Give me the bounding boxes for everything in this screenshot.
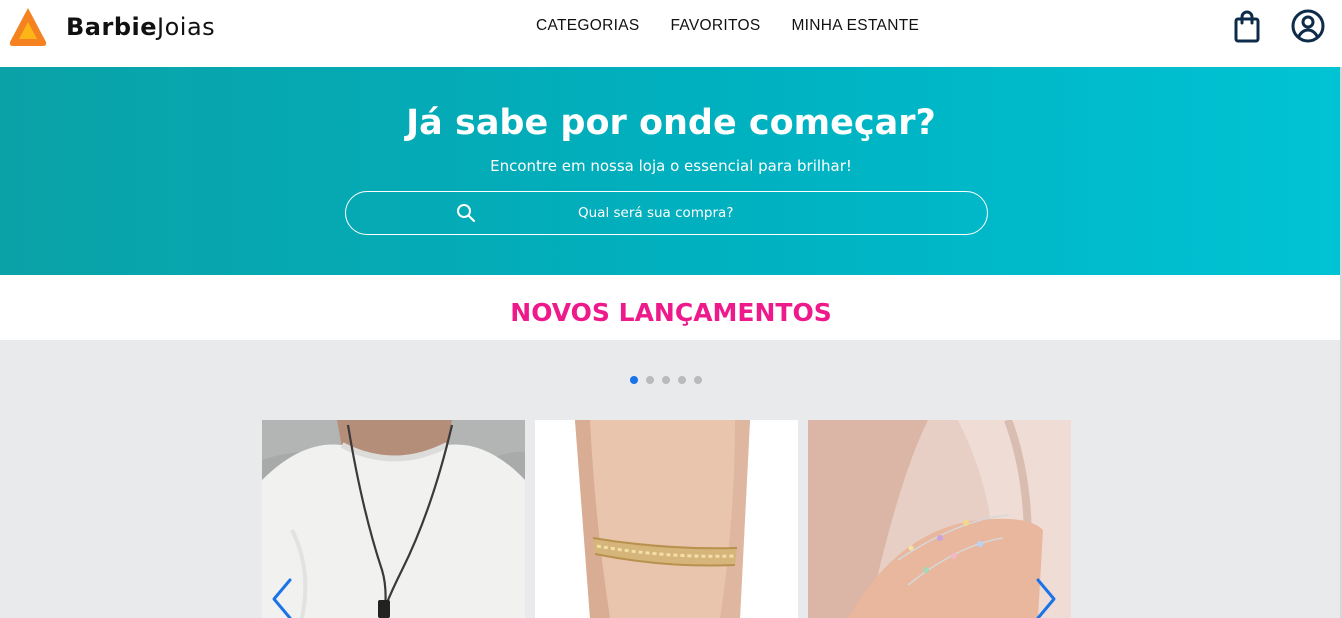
carousel-dot-1[interactable] (630, 376, 638, 384)
product-card-necklace[interactable] (262, 420, 525, 618)
brand-name-bold: Barbie (66, 13, 158, 41)
carousel-prev-button[interactable] (268, 576, 296, 618)
site-header: BarbieJoias CATEGORIAS FAVORITOS MINHA E… (0, 0, 1342, 67)
carousel-dot-5[interactable] (694, 376, 702, 384)
search-placeholder: Qual será sua compra? (578, 205, 734, 221)
hero-subtitle: Encontre em nossa loja o essencial para … (490, 157, 852, 175)
shopping-bag-button[interactable] (1229, 8, 1265, 44)
brand-logo[interactable]: BarbieJoias (8, 6, 215, 48)
chevron-left-icon (272, 578, 292, 618)
triangle-logo-icon (9, 8, 47, 46)
carousel-next-button[interactable] (1032, 576, 1060, 618)
brand-name: BarbieJoias (66, 15, 215, 39)
chevron-right-icon (1036, 578, 1056, 618)
carousel-dot-2[interactable] (646, 376, 654, 384)
main-nav: CATEGORIAS FAVORITOS MINHA ESTANTE (536, 17, 919, 35)
user-account-button[interactable] (1290, 8, 1326, 44)
carousel-dots (630, 376, 710, 384)
nav-minha-estante[interactable]: MINHA ESTANTE (791, 17, 919, 35)
shopping-bag-icon (1234, 10, 1260, 43)
section-title: NOVOS LANÇAMENTOS (510, 298, 832, 327)
bracelet-photo (535, 420, 798, 618)
carousel-dot-4[interactable] (678, 376, 686, 384)
product-card-bracelet[interactable] (535, 420, 798, 618)
search-icon (457, 204, 476, 223)
user-circle-icon (1291, 9, 1325, 43)
hero-title: Já sabe por onde começar? (406, 103, 936, 143)
brand-name-light: Joias (157, 13, 216, 41)
search-input[interactable]: Qual será sua compra? (345, 191, 988, 235)
product-carousel (0, 340, 1342, 618)
hero-banner: Já sabe por onde começar? Encontre em no… (0, 67, 1342, 275)
nav-favoritos[interactable]: FAVORITOS (670, 17, 760, 35)
nav-categorias[interactable]: CATEGORIAS (536, 17, 639, 35)
carousel-dot-3[interactable] (662, 376, 670, 384)
necklace-photo (262, 420, 525, 618)
